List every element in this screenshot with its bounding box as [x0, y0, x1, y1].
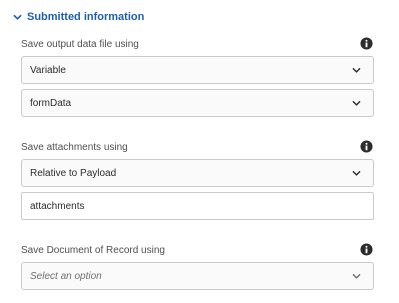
select-value: Variable — [30, 64, 66, 76]
chevron-down-icon — [351, 271, 361, 281]
section-title: Submitted information — [27, 11, 145, 23]
chevron-down-icon — [12, 12, 22, 22]
output-data-file-mode-select[interactable]: Variable — [21, 56, 374, 84]
info-icon[interactable] — [360, 37, 373, 50]
output-data-file-label: Save output data file using — [21, 39, 139, 50]
document-of-record-label: Save Document of Record using — [21, 245, 165, 256]
attachments-label: Save attachments using — [21, 142, 128, 153]
info-icon[interactable] — [360, 140, 373, 153]
select-value: Relative to Payload — [30, 167, 117, 179]
section-toggle-submitted-information[interactable]: Submitted information — [12, 9, 144, 25]
select-value: formData — [30, 97, 72, 109]
chevron-down-icon — [351, 65, 361, 75]
select-placeholder: Select an option — [30, 270, 102, 282]
submitted-information-panel: Submitted information Save output data f… — [0, 0, 399, 303]
input-value: attachments — [30, 200, 85, 212]
attachments-path-input[interactable]: attachments — [21, 192, 374, 220]
attachments-mode-select[interactable]: Relative to Payload — [21, 159, 374, 187]
info-icon[interactable] — [360, 243, 373, 256]
document-of-record-select[interactable]: Select an option — [21, 262, 374, 290]
chevron-down-icon — [351, 168, 361, 178]
chevron-down-icon — [351, 98, 361, 108]
output-data-file-variable-select[interactable]: formData — [21, 89, 374, 117]
